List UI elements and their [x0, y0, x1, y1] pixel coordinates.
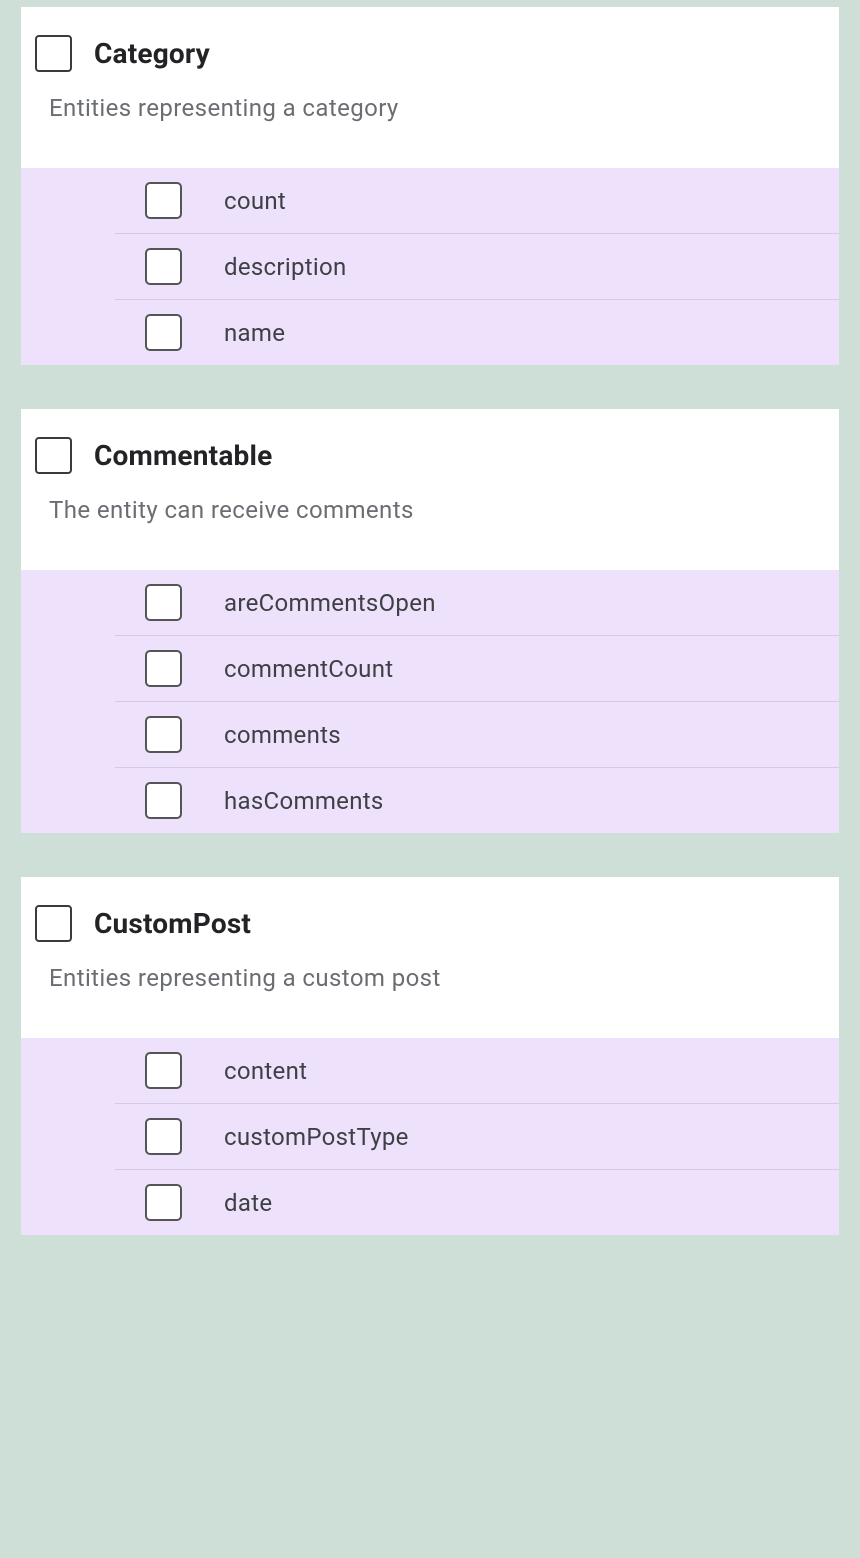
field-row-hasComments: hasComments: [115, 768, 839, 833]
section-title: CustomPost: [94, 907, 251, 940]
field-label: areCommentsOpen: [224, 589, 436, 617]
section-checkbox-category[interactable]: [35, 35, 72, 72]
field-checkbox-hasComments[interactable]: [145, 782, 182, 819]
field-checkbox-customPostType[interactable]: [145, 1118, 182, 1155]
section-commentable: Commentable The entity can receive comme…: [21, 409, 839, 833]
section-customPost: CustomPost Entities representing a custo…: [21, 877, 839, 1235]
section-description: Entities representing a custom post: [49, 964, 825, 992]
section-checkbox-customPost[interactable]: [35, 905, 72, 942]
field-list: content customPostType date: [21, 1038, 839, 1235]
section-description: The entity can receive comments: [49, 496, 825, 524]
field-checkbox-commentCount[interactable]: [145, 650, 182, 687]
field-row-commentCount: commentCount: [115, 636, 839, 702]
section-header: Commentable The entity can receive comme…: [21, 409, 839, 570]
field-checkbox-name[interactable]: [145, 314, 182, 351]
field-checkbox-date[interactable]: [145, 1184, 182, 1221]
field-row-description: description: [115, 234, 839, 300]
section-title: Category: [94, 37, 210, 70]
field-label: commentCount: [224, 655, 393, 683]
section-title-row: CustomPost: [35, 905, 825, 942]
field-row-name: name: [115, 300, 839, 365]
field-checkbox-comments[interactable]: [145, 716, 182, 753]
field-label: customPostType: [224, 1123, 409, 1151]
section-title: Commentable: [94, 439, 272, 472]
field-row-count: count: [115, 168, 839, 234]
section-header: Category Entities representing a categor…: [21, 7, 839, 168]
field-row-date: date: [115, 1170, 839, 1235]
field-row-comments: comments: [115, 702, 839, 768]
section-header: CustomPost Entities representing a custo…: [21, 877, 839, 1038]
section-title-row: Commentable: [35, 437, 825, 474]
field-label: description: [224, 253, 347, 281]
field-label: hasComments: [224, 787, 384, 815]
section-category: Category Entities representing a categor…: [21, 7, 839, 365]
field-label: content: [224, 1057, 307, 1085]
field-checkbox-count[interactable]: [145, 182, 182, 219]
section-title-row: Category: [35, 35, 825, 72]
field-label: name: [224, 319, 285, 347]
field-list: count description name: [21, 168, 839, 365]
field-label: count: [224, 187, 286, 215]
section-description: Entities representing a category: [49, 94, 825, 122]
field-row-content: content: [115, 1038, 839, 1104]
field-label: date: [224, 1189, 272, 1217]
section-checkbox-commentable[interactable]: [35, 437, 72, 474]
field-list: areCommentsOpen commentCount comments ha…: [21, 570, 839, 833]
field-checkbox-description[interactable]: [145, 248, 182, 285]
field-checkbox-areCommentsOpen[interactable]: [145, 584, 182, 621]
field-row-customPostType: customPostType: [115, 1104, 839, 1170]
field-row-areCommentsOpen: areCommentsOpen: [115, 570, 839, 636]
field-label: comments: [224, 721, 341, 749]
field-checkbox-content[interactable]: [145, 1052, 182, 1089]
